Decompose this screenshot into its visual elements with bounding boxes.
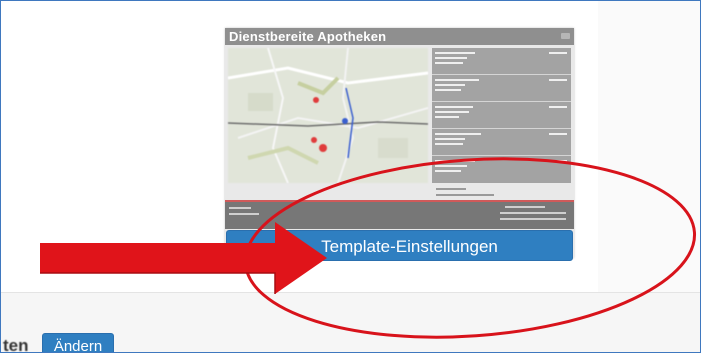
template-preview[interactable]: Dienstbereite Apotheken [225, 28, 574, 258]
preview-badge [561, 33, 570, 39]
settings-label-partial: ten [3, 336, 29, 353]
list-item [432, 102, 571, 129]
preview-title: Dienstbereite Apotheken [229, 29, 387, 44]
list-item [432, 129, 571, 156]
map-graphic [228, 48, 428, 183]
map-marker [311, 137, 317, 143]
preview-footer-strip [225, 200, 574, 229]
change-button[interactable]: Ändern [42, 333, 114, 353]
right-shade [598, 1, 700, 292]
preview-header: Dienstbereite Apotheken [225, 28, 574, 45]
list-item [432, 75, 571, 102]
map-marker [342, 118, 348, 124]
list-item [432, 156, 571, 182]
preview-map [228, 48, 428, 183]
preview-pharmacy-list [432, 48, 571, 183]
screenshot-stage: Dienstbereite Apotheken Template-Einstel… [0, 0, 701, 353]
map-marker [313, 97, 319, 103]
list-item [432, 48, 571, 75]
map-marker [319, 144, 327, 152]
template-settings-button[interactable]: Template-Einstellungen [226, 230, 573, 261]
